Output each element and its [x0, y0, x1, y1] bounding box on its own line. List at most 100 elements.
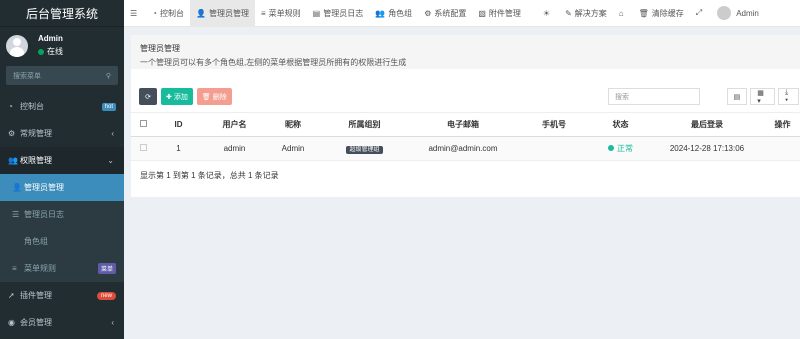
sidebar-item-label: 会员管理	[20, 318, 52, 327]
search-icon[interactable]: ⚲	[106, 72, 111, 80]
sidebar-item-general[interactable]: ⚙ 常规管理 ‹	[0, 120, 124, 147]
sidebar-search-input[interactable]: 搜索菜单 ⚲	[6, 66, 118, 85]
row-checkbox[interactable]	[131, 136, 155, 161]
plus-icon: ✚	[166, 93, 172, 101]
online-dot-icon	[38, 48, 44, 55]
user-name: Admin	[38, 34, 63, 43]
export-button[interactable]: ⤓ ▾	[778, 88, 800, 105]
hamburger-icon: ☰	[130, 8, 138, 18]
cell-id: 1	[155, 136, 202, 161]
tab-attachment[interactable]: ▧ 附件管理	[472, 0, 527, 27]
app-logo[interactable]: 后台管理系统	[0, 0, 124, 27]
sidebar-item-role-group[interactable]: 角色组	[0, 228, 124, 255]
sidebar-item-addon[interactable]: ➚ 插件管理 new	[0, 282, 124, 309]
col-last-login[interactable]: 最后登录	[649, 112, 765, 137]
list-icon: ▤	[312, 8, 321, 18]
select-all-checkbox[interactable]	[131, 112, 155, 137]
cell-mobile	[516, 136, 592, 161]
sidebar-item-admin[interactable]: 👤 管理员管理	[0, 174, 124, 201]
clear-cache-label: 清除缓存	[651, 8, 684, 18]
tab-label: 菜单规则	[268, 8, 301, 18]
user-menu[interactable]: Admin	[711, 0, 765, 27]
clear-cache-button[interactable]: 🗑 清除缓存	[633, 0, 690, 27]
user-panel: Admin 在线	[0, 27, 124, 64]
sidebar-menu: ◔ 控制台 hot ⚙ 常规管理 ‹ 👥 权限管理 ⌄ 👤 管理员管理 ☰ 管理员日志 角色组 …	[0, 93, 124, 336]
fullscreen-button[interactable]: ⤢	[690, 0, 711, 27]
bars-icon: ≡	[260, 8, 266, 18]
refresh-button[interactable]: ⟳	[139, 88, 157, 105]
solution-label: 解决方案	[574, 8, 607, 18]
sidebar-item-label: 权限管理	[20, 156, 52, 165]
user-status-text: 在线	[47, 47, 63, 56]
tab-admin-log[interactable]: ▤ 管理员日志	[307, 0, 370, 27]
cog-icon: ⚙	[8, 129, 16, 138]
refresh-icon: ⟳	[145, 93, 151, 101]
table-header-row: ID 用户名 昵称 所属组别 电子邮箱 手机号 状态 最后登录 操作	[131, 112, 800, 137]
col-nickname[interactable]: 昵称	[267, 112, 319, 137]
sidebar-item-menu-rule[interactable]: ≡ 菜单规则 菜单	[0, 255, 124, 282]
panel-heading: 管理员管理 一个管理员可以有多个角色组,左侧的菜单根据管理员所拥有的权限进行生成	[131, 35, 800, 69]
col-operate: 操作	[765, 112, 800, 137]
tab-dashboard[interactable]: ◔ 控制台	[146, 0, 190, 27]
table-row[interactable]: 1 admin Admin 超级管理组 admin@admin.com 正常 2…	[131, 136, 800, 161]
cell-username: admin	[202, 136, 267, 161]
sidebar-item-label: 控制台	[20, 102, 44, 111]
toggle-view-button[interactable]: ▤	[726, 88, 748, 105]
table-search-input[interactable]: 搜索	[608, 88, 700, 105]
dashboard-icon: ◔	[152, 8, 158, 18]
tab-admin[interactable]: 👤 管理员管理	[190, 0, 255, 27]
download-icon: ⤓ ▾	[785, 88, 789, 104]
col-group[interactable]: 所属组别	[319, 112, 410, 137]
sidebar-item-member[interactable]: ◉ 会员管理 ‹	[0, 309, 124, 336]
col-username[interactable]: 用户名	[202, 112, 267, 137]
col-mobile[interactable]: 手机号	[516, 112, 592, 137]
tab-role-group[interactable]: 👥 角色组	[369, 0, 418, 27]
cell-status: 正常	[592, 136, 649, 161]
columns-button[interactable]: ▦ ▾	[750, 88, 776, 105]
chevron-left-icon: ‹	[111, 318, 114, 327]
tab-menu-rule[interactable]: ≡ 菜单规则	[255, 0, 307, 27]
tab-config[interactable]: ⚙ 系统配置	[418, 0, 472, 27]
cell-last-login: 2024-12-28 17:13:06	[649, 136, 765, 161]
user-status: 在线	[38, 46, 63, 57]
delete-button[interactable]: 🗑 删除	[196, 88, 232, 105]
add-label: 添加	[173, 93, 188, 101]
theme-toggle[interactable]: ☀	[537, 0, 559, 27]
tab-label: 控制台	[160, 8, 185, 18]
user-circle-icon: ◉	[8, 318, 15, 327]
cell-group: 超级管理组	[319, 136, 410, 161]
sidebar-item-admin-log[interactable]: ☰ 管理员日志	[0, 201, 124, 228]
sidebar: 后台管理系统 Admin 在线 搜索菜单 ⚲ ◔ 控制台 hot ⚙ 常规管理 ‹ 👥 权…	[0, 0, 124, 339]
sidebar-item-label: 菜单规则	[24, 264, 56, 273]
solution-link[interactable]: ✎ 解决方案	[559, 0, 613, 27]
admin-table: ID 用户名 昵称 所属组别 电子邮箱 手机号 状态 最后登录 操作 1 adm…	[131, 112, 800, 161]
sidebar-item-label: 插件管理	[20, 291, 52, 300]
group-tag: 超级管理组	[346, 146, 383, 154]
sidebar-item-auth[interactable]: 👥 权限管理 ⌄	[0, 147, 124, 174]
home-icon: ⌂	[618, 8, 624, 18]
tab-label: 附件管理	[488, 8, 521, 18]
chevron-left-icon: ‹	[111, 129, 114, 138]
new-badge: new	[96, 291, 116, 300]
top-navbar: ☰ ◔ 控制台 👤 管理员管理 ≡ 菜单规则 ▤ 管理员日志 👥 角色组 ⚙ 系统配置 ▧ 附…	[124, 0, 800, 27]
trash-icon: 🗑	[201, 93, 211, 101]
col-id[interactable]: ID	[155, 112, 202, 137]
checkbox-icon	[139, 144, 147, 151]
user-icon: 👤	[12, 183, 22, 192]
user-icon: 👤	[196, 8, 206, 18]
cog-icon: ⚙	[424, 8, 432, 18]
expand-icon: ⤢	[695, 8, 703, 17]
sidebar-item-dashboard[interactable]: ◔ 控制台 hot	[0, 93, 124, 120]
avatar	[717, 6, 732, 20]
sidebar-toggle[interactable]: ☰	[124, 0, 146, 27]
sidebar-item-label: 常规管理	[20, 129, 52, 138]
admin-panel: 管理员管理 一个管理员可以有多个角色组,左侧的菜单根据管理员所拥有的权限进行生成…	[131, 35, 800, 197]
sidebar-item-label: 管理员日志	[24, 210, 64, 219]
home-button[interactable]: ⌂	[613, 0, 633, 27]
col-email[interactable]: 电子邮箱	[410, 112, 516, 137]
checkbox-icon	[139, 120, 147, 127]
sidebar-search-placeholder: 搜索菜单	[13, 72, 41, 80]
add-button[interactable]: ✚ 添加	[161, 88, 193, 105]
col-status[interactable]: 状态	[592, 112, 649, 137]
file-icon: ▧	[478, 8, 486, 18]
